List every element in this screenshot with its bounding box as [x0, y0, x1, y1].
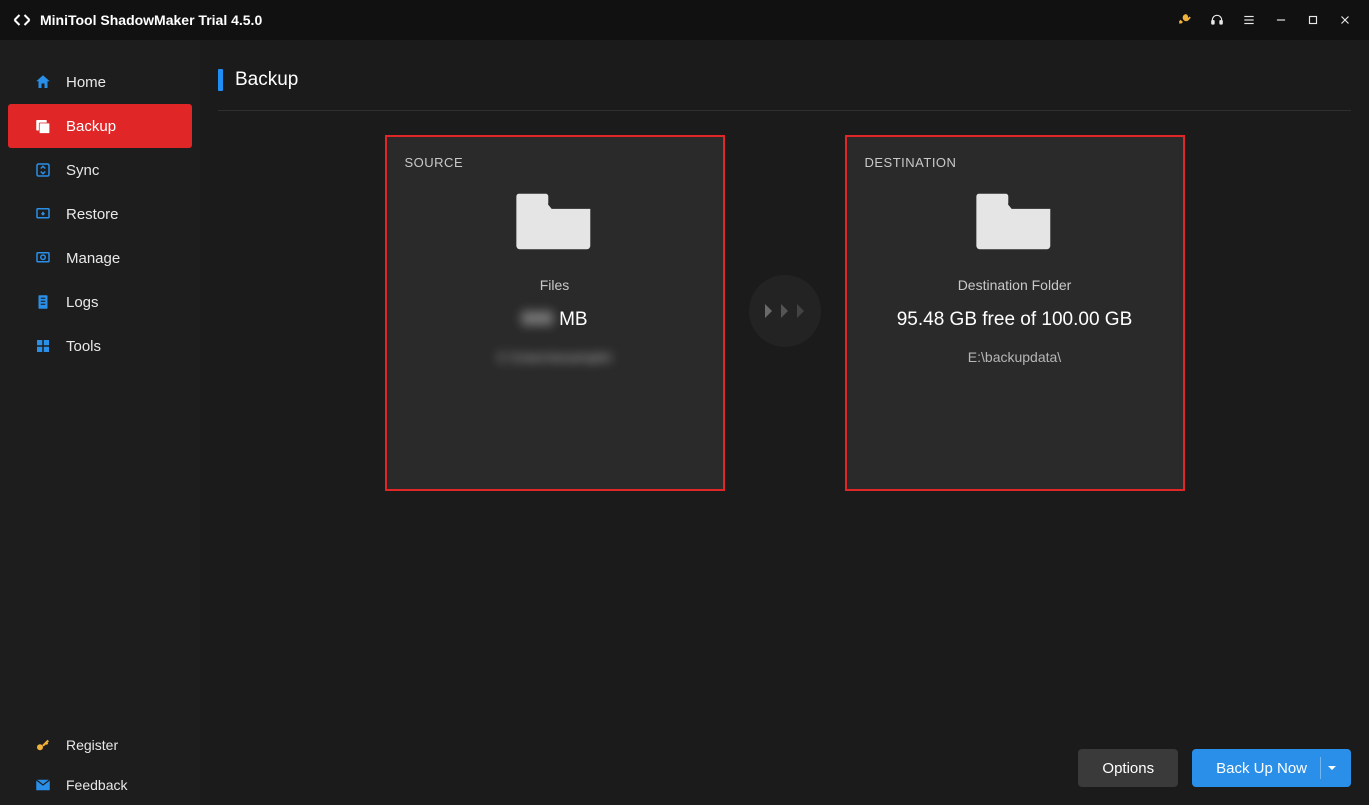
source-size: 000 MB — [521, 309, 587, 331]
sidebar-item-sync[interactable]: Sync — [0, 148, 200, 192]
footer-actions: Options Back Up Now — [1078, 749, 1351, 787]
sidebar-item-label: Backup — [66, 118, 116, 135]
license-key-icon[interactable] — [1169, 4, 1201, 36]
folder-icon — [513, 184, 597, 259]
sidebar-item-restore[interactable]: Restore — [0, 192, 200, 236]
sidebar-item-label: Sync — [66, 162, 99, 179]
source-size-unit: MB — [559, 309, 588, 331]
destination-space: 95.48 GB free of 100.00 GB — [897, 309, 1133, 331]
folder-icon — [973, 184, 1057, 259]
sidebar-item-label: Register — [66, 737, 118, 753]
sidebar-item-label: Manage — [66, 250, 120, 267]
divider — [218, 110, 1351, 111]
page-header: Backup — [200, 50, 1369, 110]
options-button[interactable]: Options — [1078, 749, 1178, 787]
source-size-value-obscured: 000 — [521, 309, 553, 331]
sidebar-item-logs[interactable]: Logs — [0, 280, 200, 324]
destination-type-label: Destination Folder — [958, 277, 1072, 293]
main-content: Backup SOURCE Files 000 MB C:\Users\exam… — [200, 40, 1369, 805]
app-title: MiniTool ShadowMaker Trial 4.5.0 — [40, 12, 262, 28]
sidebar-item-label: Logs — [66, 294, 99, 311]
caret-down-icon[interactable] — [1321, 763, 1343, 773]
destination-caption: DESTINATION — [847, 137, 975, 170]
source-caption: SOURCE — [387, 137, 482, 170]
source-card[interactable]: SOURCE Files 000 MB C:\Users\example\ — [385, 135, 725, 491]
destination-path: E:\backupdata\ — [968, 349, 1061, 365]
maximize-button[interactable] — [1297, 4, 1329, 36]
backup-now-button[interactable]: Back Up Now — [1192, 749, 1351, 787]
sidebar-item-home[interactable]: Home — [0, 60, 200, 104]
chevrons-right-icon — [749, 275, 821, 347]
sidebar-item-manage[interactable]: Manage — [0, 236, 200, 280]
sidebar-item-label: Feedback — [66, 777, 127, 793]
destination-card[interactable]: DESTINATION Destination Folder 95.48 GB … — [845, 135, 1185, 491]
sidebar-item-register[interactable]: Register — [0, 725, 200, 765]
source-path-obscured: C:\Users\example\ — [497, 349, 612, 365]
arrow-separator — [725, 135, 845, 347]
close-button[interactable] — [1329, 4, 1361, 36]
sidebar-item-feedback[interactable]: Feedback — [0, 765, 200, 805]
page-title: Backup — [235, 69, 298, 91]
menu-icon[interactable] — [1233, 4, 1265, 36]
source-type-label: Files — [540, 277, 570, 293]
sidebar-item-label: Home — [66, 74, 106, 91]
sidebar-item-label: Restore — [66, 206, 119, 223]
minimize-button[interactable] — [1265, 4, 1297, 36]
sidebar: Home Backup Sync Restore Manage Logs — [0, 40, 200, 805]
sidebar-item-label: Tools — [66, 338, 101, 355]
accent-bar — [218, 69, 223, 91]
backup-now-label: Back Up Now — [1216, 760, 1307, 777]
title-bar: MiniTool ShadowMaker Trial 4.5.0 — [0, 0, 1369, 40]
sidebar-item-backup[interactable]: Backup — [8, 104, 192, 148]
app-logo-icon — [12, 10, 32, 30]
headset-icon[interactable] — [1201, 4, 1233, 36]
sidebar-item-tools[interactable]: Tools — [0, 324, 200, 368]
